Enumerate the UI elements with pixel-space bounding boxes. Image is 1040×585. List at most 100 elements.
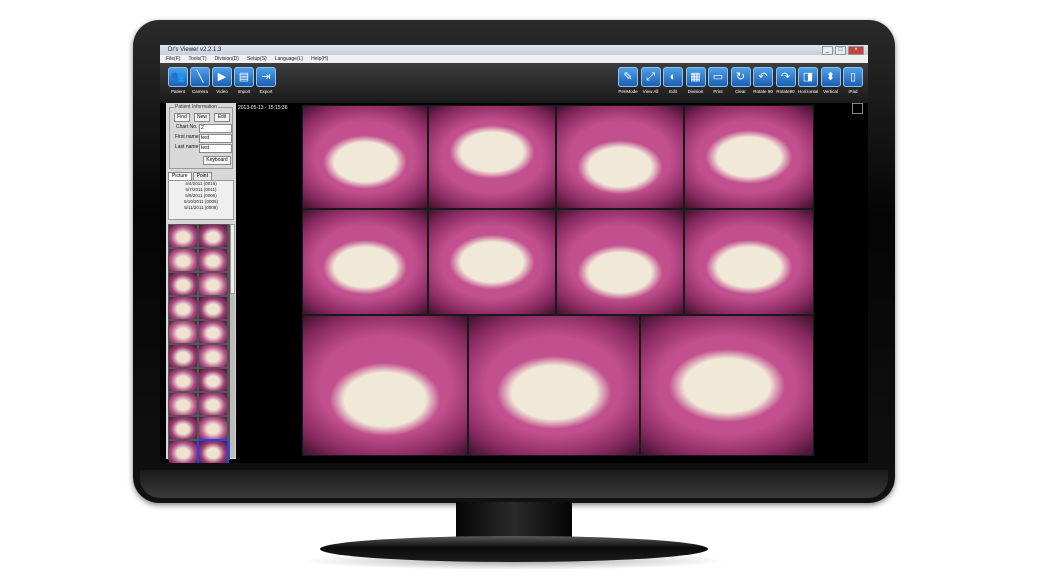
video-button[interactable]: ▶ Video bbox=[212, 67, 232, 94]
close-button[interactable]: × bbox=[848, 45, 864, 55]
dental-photo[interactable] bbox=[302, 209, 428, 315]
ipad-icon: ▯ bbox=[843, 67, 863, 87]
thumbnail[interactable] bbox=[197, 439, 229, 463]
thumbnail[interactable] bbox=[199, 369, 227, 391]
toolbar-label: iPad bbox=[848, 89, 858, 94]
toolbar-label: Rotate 90 bbox=[753, 89, 773, 94]
last-name-label: Last name bbox=[175, 144, 199, 150]
image-viewer bbox=[302, 105, 814, 456]
horizontal-flip-icon: ◨ bbox=[798, 67, 818, 87]
find-button[interactable]: Find bbox=[174, 113, 190, 122]
thumbnail[interactable] bbox=[169, 441, 197, 463]
chart-no-field[interactable]: 2 bbox=[199, 124, 232, 133]
rotate-90-button[interactable]: ↶ Rotate 90 bbox=[753, 67, 773, 94]
pen-icon: ✎ bbox=[618, 67, 638, 87]
edit-patient-button[interactable]: Edit bbox=[214, 113, 230, 122]
dental-photo[interactable] bbox=[556, 209, 684, 315]
clear-icon: ↻ bbox=[730, 67, 751, 87]
clear-button[interactable]: ↻ Clear bbox=[730, 67, 751, 94]
patient-info-title: Patient Information bbox=[174, 104, 218, 110]
thumbnail[interactable] bbox=[169, 345, 197, 367]
rotate90-button[interactable]: ↷ Rotate90 bbox=[775, 67, 796, 94]
patient-info-group: Patient Information Find New Edit Chart … bbox=[169, 104, 233, 169]
thumbnail[interactable] bbox=[169, 393, 197, 415]
thumbnail[interactable] bbox=[199, 345, 227, 367]
export-button[interactable]: ⇥ Export bbox=[256, 67, 276, 94]
horizontal-button[interactable]: ◨ Horizontal bbox=[798, 67, 818, 94]
monitor-base bbox=[320, 536, 708, 562]
ipad-button[interactable]: ▯ iPad bbox=[843, 67, 863, 94]
last-name-field[interactable]: test bbox=[199, 144, 232, 153]
menu-language[interactable]: Language(L) bbox=[275, 56, 303, 62]
thumbnail[interactable] bbox=[199, 321, 227, 343]
thumbnail-grid bbox=[168, 224, 230, 463]
dental-photo[interactable] bbox=[640, 315, 814, 456]
dental-photo[interactable] bbox=[684, 209, 814, 315]
dental-photo[interactable] bbox=[302, 105, 428, 209]
camera-icon: ╲ bbox=[190, 67, 210, 87]
thumbnail[interactable] bbox=[199, 249, 227, 271]
thumbnail[interactable] bbox=[169, 369, 197, 391]
import-button[interactable]: ▤ Import bbox=[234, 67, 254, 94]
dental-photo[interactable] bbox=[684, 105, 814, 209]
toolbar-label: Export bbox=[259, 89, 273, 94]
menu-bar: File(F) Tools(T) Division(D) Setup(S) La… bbox=[160, 55, 868, 63]
edit-button[interactable]: ◐ Edit bbox=[663, 67, 683, 94]
thumbnail[interactable] bbox=[169, 297, 197, 319]
toolbar-label: PenMode bbox=[618, 89, 638, 94]
patient-icon: 👥 bbox=[168, 67, 188, 87]
toolbar-label: Horizontal bbox=[798, 89, 819, 94]
print-button[interactable]: ▭ Print bbox=[708, 67, 728, 94]
toolbar-label: Rotate90 bbox=[776, 89, 795, 94]
toolbar-label: Import bbox=[237, 89, 251, 94]
toolbar-label: Clear bbox=[735, 89, 746, 94]
menu-setup[interactable]: Setup(S) bbox=[247, 56, 267, 62]
thumbnail[interactable] bbox=[199, 417, 227, 439]
timestamp: 2013-05-13 - 15:15:36 bbox=[238, 105, 288, 111]
menu-help[interactable]: Help(H) bbox=[311, 56, 328, 62]
new-button[interactable]: New bbox=[194, 113, 210, 122]
thumbnail[interactable] bbox=[169, 273, 197, 295]
thumbnail[interactable] bbox=[199, 273, 227, 295]
first-name-field[interactable]: test bbox=[199, 134, 232, 143]
export-icon: ⇥ bbox=[256, 67, 276, 87]
maximize-button[interactable]: □ bbox=[835, 45, 846, 55]
toolbar-label: Video bbox=[216, 89, 228, 94]
thumbnail[interactable] bbox=[169, 249, 197, 271]
viewer-corner-box[interactable] bbox=[852, 103, 863, 114]
keyboard-button[interactable]: Keyboard bbox=[203, 156, 231, 165]
camera-button[interactable]: ╲ Camera bbox=[190, 67, 210, 94]
thumbnail-scrollbar[interactable] bbox=[230, 224, 235, 458]
minimize-button[interactable]: _ bbox=[822, 45, 833, 55]
dental-photo[interactable] bbox=[428, 209, 556, 315]
vertical-flip-icon: ⬍ bbox=[820, 67, 841, 87]
edit-icon: ◐ bbox=[663, 67, 683, 87]
toolbar-label: Camera bbox=[191, 89, 208, 94]
toolbar-label: Division bbox=[687, 89, 704, 94]
toolbar-label: Edit bbox=[669, 89, 677, 94]
dental-photo[interactable] bbox=[302, 315, 468, 456]
window-title: Dr's Viewer v2.2.1.3 bbox=[168, 47, 222, 53]
scrollbar-thumb[interactable] bbox=[230, 224, 235, 294]
penmode-button[interactable]: ✎ PenMode bbox=[618, 67, 638, 94]
thumbnail[interactable] bbox=[199, 297, 227, 319]
thumbnail[interactable] bbox=[169, 417, 197, 439]
menu-division[interactable]: Division(D) bbox=[215, 56, 239, 62]
menu-tools[interactable]: Tools(T) bbox=[188, 56, 206, 62]
toolbar: 👥 Patient ╲ Camera ▶ Video ▤ Import ⇥ Export ✎ PenM… bbox=[160, 63, 868, 103]
thumbnail[interactable] bbox=[199, 225, 227, 247]
menu-file[interactable]: File(F) bbox=[166, 56, 180, 62]
toolbar-label: Patient bbox=[170, 89, 185, 94]
dental-photo[interactable] bbox=[468, 315, 640, 456]
dental-photo[interactable] bbox=[428, 105, 556, 209]
view-all-button[interactable]: ⤢ View All bbox=[640, 67, 661, 94]
thumbnail[interactable] bbox=[169, 225, 197, 247]
thumbnail[interactable] bbox=[199, 393, 227, 415]
division-button[interactable]: ▦ Division bbox=[685, 67, 706, 94]
patient-button[interactable]: 👥 Patient bbox=[168, 67, 188, 94]
toolbar-label: Print bbox=[713, 89, 723, 94]
date-item[interactable]: 5/11/2011 (0009) bbox=[169, 205, 233, 211]
thumbnail[interactable] bbox=[169, 321, 197, 343]
dental-photo[interactable] bbox=[556, 105, 684, 209]
vertical-button[interactable]: ⬍ Vertical bbox=[820, 67, 841, 94]
